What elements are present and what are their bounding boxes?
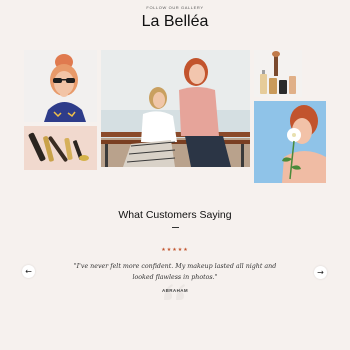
- testimonial-prev-button[interactable]: ←: [22, 265, 35, 278]
- testimonial-quote: "I've never felt more confident. My make…: [73, 263, 277, 281]
- gallery-image-women-on-bench[interactable]: [101, 50, 250, 167]
- arrow-left-icon: ←: [25, 267, 32, 276]
- gallery-photo: [24, 50, 97, 122]
- gallery-photo: [254, 50, 302, 97]
- brand-title: La Belléa: [141, 13, 209, 30]
- gallery-image-woman-with-flower[interactable]: [254, 101, 326, 183]
- gallery-photo: [254, 101, 326, 183]
- section-heading: What Customers Saying: [118, 209, 232, 221]
- gallery-image-sunglasses-woman[interactable]: [24, 50, 97, 122]
- gallery-image-cosmetics[interactable]: [254, 50, 302, 97]
- heading-divider: [172, 227, 179, 228]
- arrow-right-icon: →: [317, 268, 324, 277]
- rating-stars: ★★★★★: [161, 247, 189, 253]
- testimonial-author: ABRAHAM: [161, 288, 189, 293]
- gallery-photo: [101, 50, 250, 167]
- gallery-image-makeup-brushes[interactable]: [24, 126, 97, 170]
- gallery-photo: [24, 126, 97, 170]
- gallery-eyebrow: FOLLOW OUR GALLERY: [146, 5, 204, 10]
- testimonial-next-button[interactable]: →: [314, 266, 327, 279]
